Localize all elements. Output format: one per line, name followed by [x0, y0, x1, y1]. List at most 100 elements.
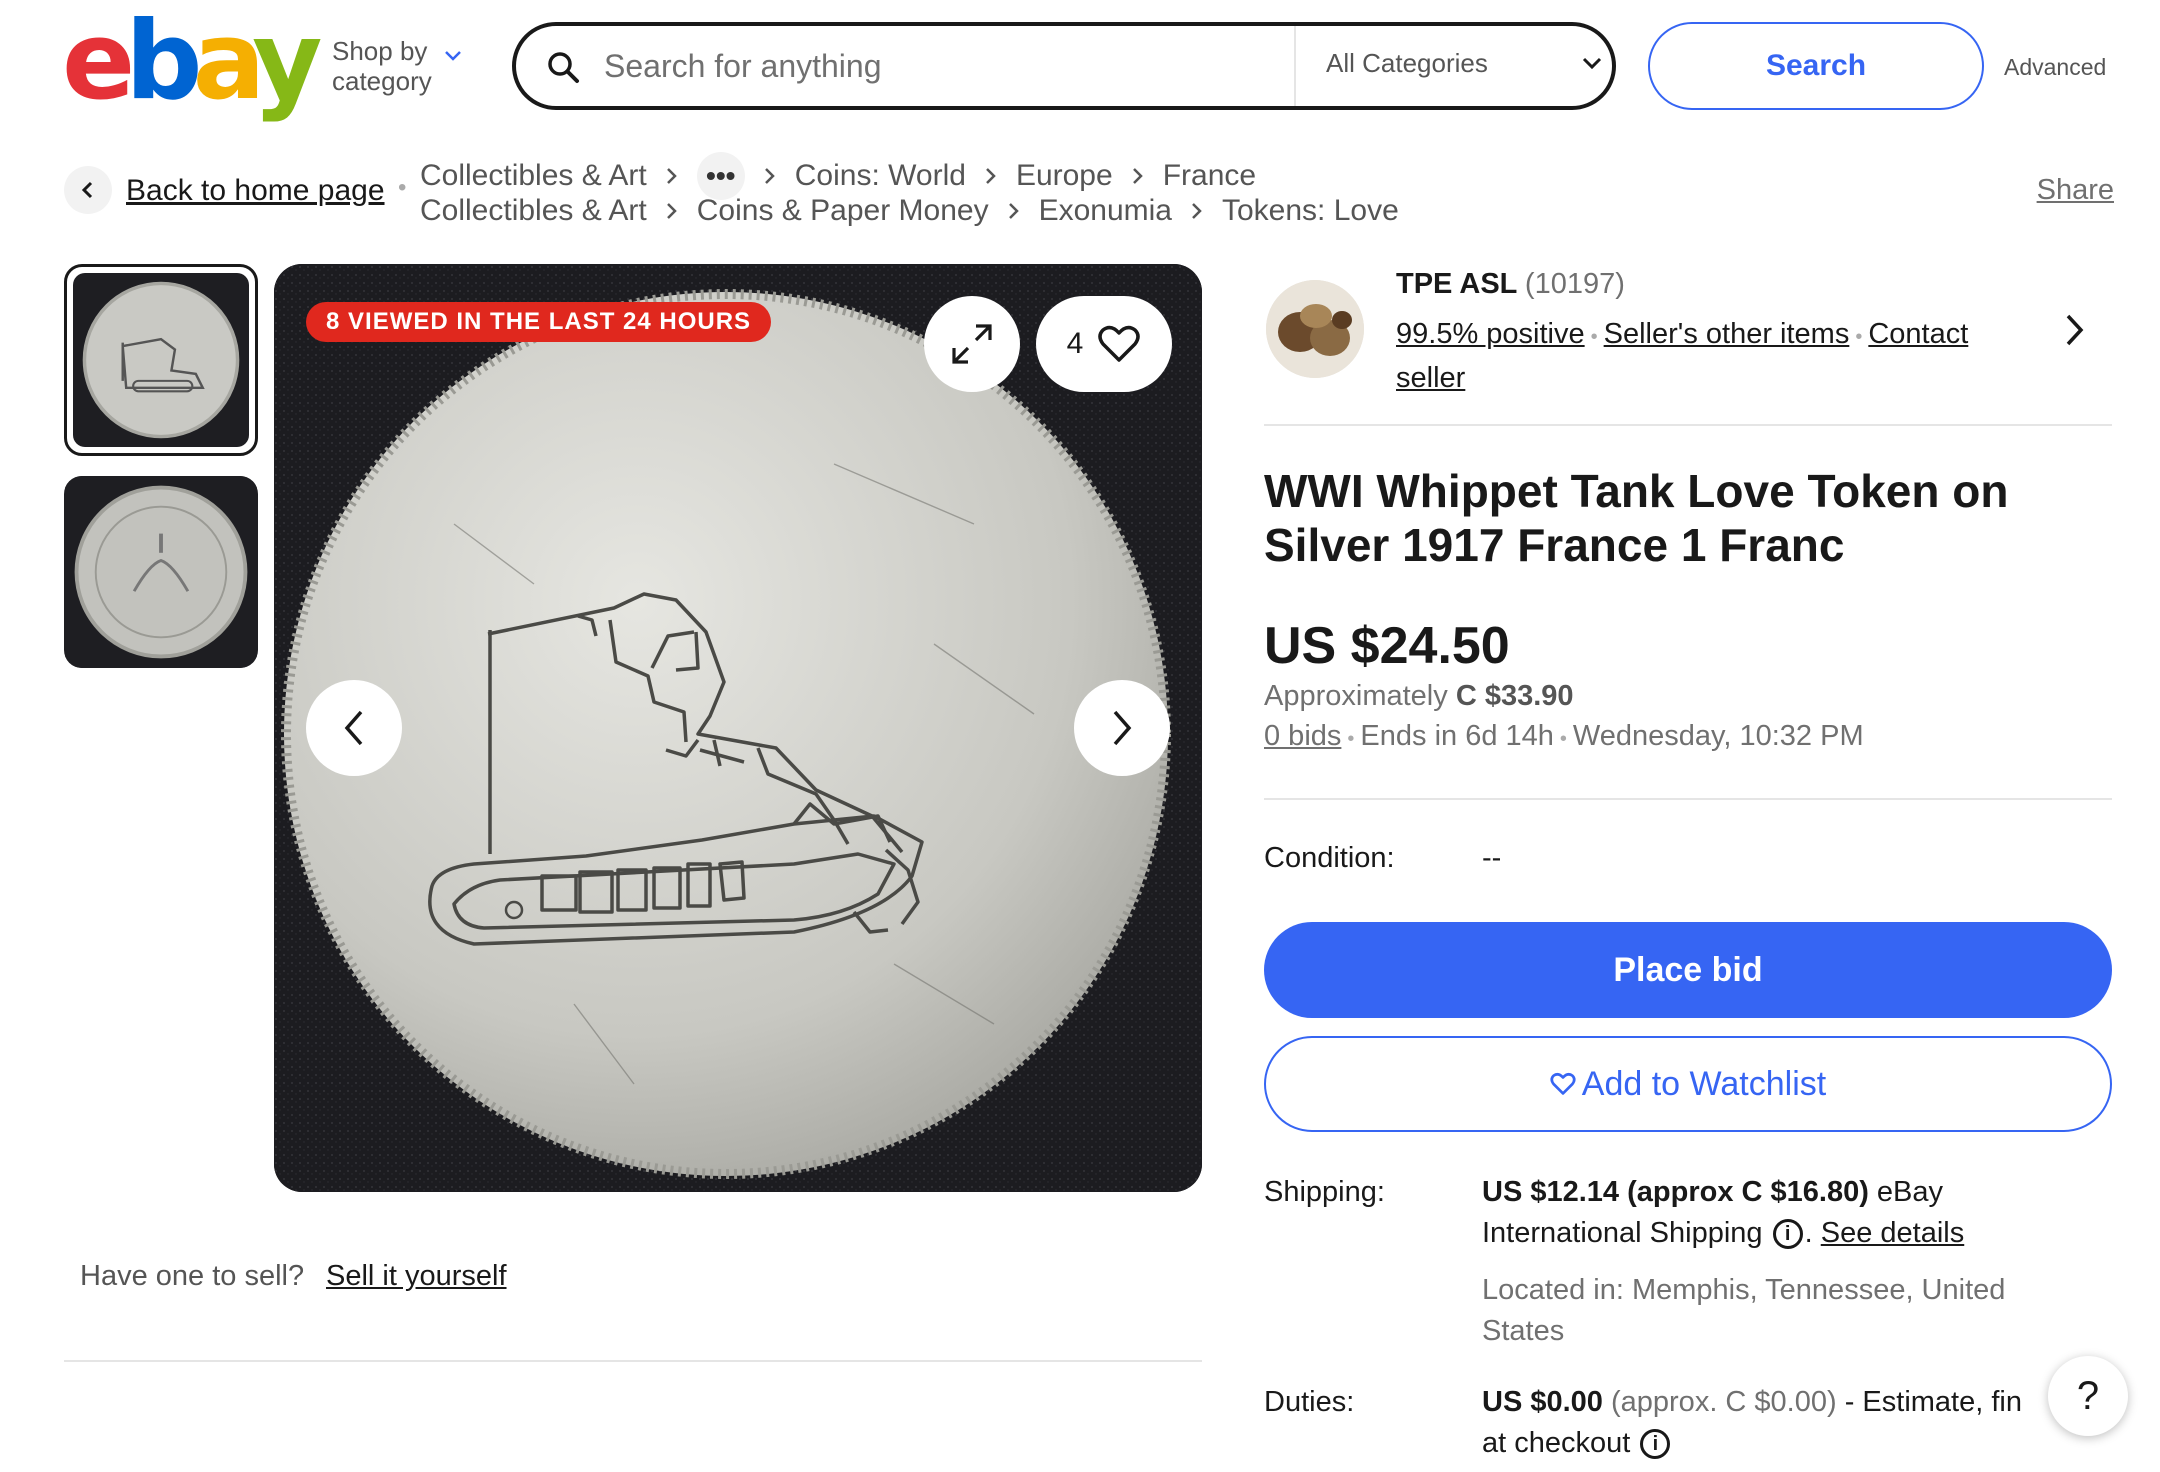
seller-other-items-link[interactable]: Seller's other items: [1604, 318, 1850, 350]
seller-name-line: TPE ASL (10197): [1396, 268, 1625, 301]
approx-label: Approximately: [1264, 680, 1448, 712]
place-bid-button[interactable]: Place bid: [1264, 922, 2112, 1018]
chevron-down-icon: [1582, 57, 1602, 70]
chevron-right-icon: [665, 201, 679, 221]
chevron-right-icon: [984, 166, 998, 186]
viewed-badge: 8 VIEWED IN THE LAST 24 HOURS: [306, 302, 772, 342]
chevron-left-icon: [81, 181, 93, 199]
back-to-home-link[interactable]: Back to home page: [126, 174, 385, 208]
seller-name[interactable]: TPE ASL: [1396, 268, 1517, 300]
back-button[interactable]: [64, 166, 112, 214]
logo-letter-y: y: [252, 0, 322, 124]
breadcrumb-item[interactable]: France: [1163, 159, 1256, 193]
seller-avatar-image: [1266, 280, 1364, 378]
seller-avatar[interactable]: [1266, 280, 1364, 378]
share-link[interactable]: Share: [2037, 174, 2114, 207]
logo-letter-e: e: [62, 0, 135, 124]
divider: [1264, 798, 2112, 800]
seller-feedback-count: (10197): [1524, 268, 1625, 300]
breadcrumb-row-2: Collectibles & Art Coins & Paper Money E…: [420, 194, 1399, 228]
breadcrumb-more-button[interactable]: •••: [696, 152, 745, 200]
duties-amount: US $0.00: [1482, 1386, 1603, 1418]
duties-approx: (approx. C $0.00): [1610, 1386, 1837, 1418]
shop-by-category-button[interactable]: Shop by category: [332, 36, 461, 96]
shipping-cost: US $12.14 (approx C $16.80): [1482, 1176, 1869, 1208]
item-location: Located in: Memphis, Tennessee, United S…: [1482, 1270, 2082, 1352]
listing-title-line2: Silver 1917 France 1 Franc: [1264, 519, 1845, 571]
shipping-service-a: eBay: [1876, 1176, 1944, 1208]
sell-question: Have one to sell?: [80, 1260, 305, 1292]
coin-thumbnail-image: [82, 281, 240, 439]
breadcrumb-item[interactable]: Exonumia: [1039, 194, 1172, 228]
divider: [1264, 424, 2112, 426]
previous-image-button[interactable]: [306, 680, 402, 776]
expand-button[interactable]: [924, 296, 1020, 392]
divider: [64, 1360, 1202, 1362]
breadcrumb-item[interactable]: Collectibles & Art: [420, 159, 647, 193]
separator-dot: •: [1559, 728, 1567, 750]
shipping-label: Shipping:: [1264, 1176, 1385, 1208]
info-icon[interactable]: i: [1640, 1429, 1671, 1460]
add-to-watchlist-button[interactable]: Add to Watchlist: [1264, 1036, 2112, 1132]
search-button[interactable]: Search: [1648, 22, 1984, 110]
thumbnail-1[interactable]: [64, 264, 258, 456]
chevron-left-icon: [344, 710, 363, 746]
coin-tank-engraving-image: [274, 264, 1202, 1192]
breadcrumb-item[interactable]: Collectibles & Art: [420, 194, 647, 228]
next-image-button[interactable]: [1074, 680, 1170, 776]
breadcrumb-dot: •: [398, 174, 407, 201]
seller-feedback-link[interactable]: 99.5% positive: [1396, 318, 1585, 350]
bids-link[interactable]: 0 bids: [1264, 720, 1341, 752]
chevron-right-icon: [1131, 166, 1145, 186]
chevron-right-icon: [763, 166, 777, 186]
listing-title: WWI Whippet Tank Love Token on Silver 19…: [1264, 464, 2064, 572]
search-bar: All Categories: [512, 22, 1616, 110]
watch-count-button[interactable]: 4: [1036, 296, 1172, 392]
ebay-logo[interactable]: ebay: [62, 8, 323, 116]
chevron-right-icon: [1007, 201, 1021, 221]
search-input[interactable]: [604, 40, 1204, 92]
location-line1: Located in: Memphis, Tennessee, United: [1482, 1274, 2006, 1306]
advanced-search-link[interactable]: Advanced: [2004, 54, 2106, 81]
listing-title-line1: WWI Whippet Tank Love Token on: [1264, 465, 2009, 517]
see-details-link[interactable]: See details: [1821, 1217, 1965, 1249]
main-product-image[interactable]: 8 VIEWED IN THE LAST 24 HOURS 4: [274, 264, 1202, 1192]
info-icon[interactable]: i: [1772, 1219, 1803, 1250]
contact-seller-link[interactable]: Contact: [1868, 318, 1968, 350]
contact-seller-link-line2[interactable]: seller: [1396, 362, 1465, 394]
duties-line2: at checkout: [1482, 1427, 1631, 1459]
duties-label: Duties:: [1264, 1386, 1355, 1418]
breadcrumb-item[interactable]: Coins & Paper Money: [697, 194, 989, 228]
chevron-right-icon: [665, 166, 679, 186]
approx-value: C $33.90: [1455, 680, 1574, 712]
end-time: Wednesday, 10:32 PM: [1572, 720, 1864, 752]
duties-note: - Estimate, fin: [1844, 1386, 2022, 1418]
shipping-value: US $12.14 (approx C $16.80) eBay Interna…: [1482, 1176, 1965, 1250]
time-left: Ends in 6d 14h: [1360, 720, 1554, 752]
location-line2: States: [1482, 1315, 1565, 1347]
category-select[interactable]: All Categories: [1326, 48, 1602, 79]
logo-letter-a: a: [192, 0, 262, 124]
shipping-service-b: International Shipping: [1482, 1217, 1763, 1249]
breadcrumb-row-1: Collectibles & Art ••• Coins: World Euro…: [420, 152, 1256, 200]
breadcrumb-item[interactable]: Tokens: Love: [1222, 194, 1399, 228]
help-button[interactable]: ?: [2048, 1356, 2128, 1436]
heart-icon: [1098, 325, 1141, 362]
breadcrumb-item[interactable]: Coins: World: [795, 159, 966, 193]
sell-it-yourself-link[interactable]: Sell it yourself: [326, 1260, 507, 1293]
approx-price: Approximately C $33.90: [1264, 680, 1574, 713]
add-to-watchlist-label: Add to Watchlist: [1581, 1064, 1827, 1103]
separator-dot: •: [1855, 326, 1863, 348]
condition-value: --: [1482, 842, 1502, 874]
category-select-value: All Categories: [1326, 48, 1488, 78]
bid-info: 0 bids • Ends in 6d 14h • Wednesday, 10:32 P…: [1264, 720, 1864, 753]
breadcrumb-item[interactable]: Europe: [1016, 159, 1113, 193]
expand-icon: [952, 324, 992, 364]
chevron-right-icon[interactable]: [2064, 312, 2086, 348]
seller-links: 99.5% positive • Seller's other items • Cont…: [1396, 314, 2016, 399]
category-divider: [1294, 26, 1296, 106]
thumbnail-2[interactable]: [64, 476, 258, 668]
duties-value: US $0.00 (approx. C $0.00) - Estimate, f…: [1482, 1382, 2082, 1464]
coin-reverse-thumbnail-image: [65, 476, 257, 668]
logo-letter-b: b: [125, 0, 202, 124]
